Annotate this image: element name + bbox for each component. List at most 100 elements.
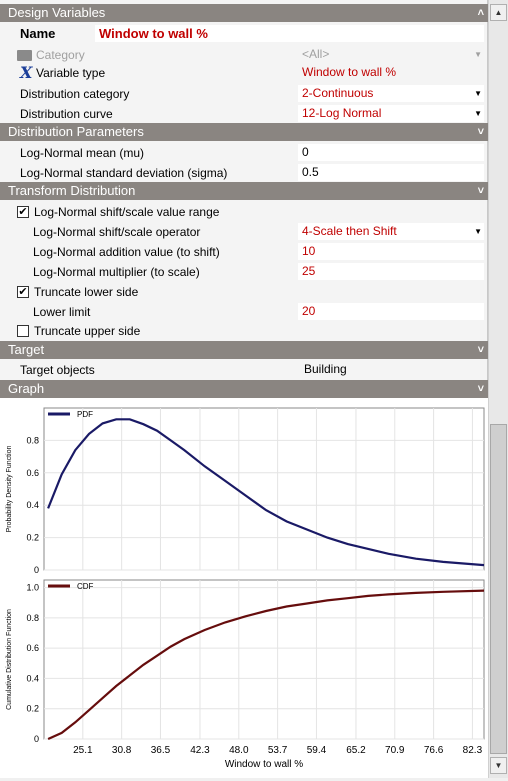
variable-type-value: Window to wall % bbox=[302, 65, 397, 79]
name-row: Name Window to wall % bbox=[0, 24, 488, 44]
truncate-upper-row: Truncate upper side bbox=[0, 321, 488, 341]
collapse-chevron-icon[interactable]: ˅ bbox=[478, 182, 484, 200]
shift-scale-label: Log-Normal shift/scale value range bbox=[34, 205, 220, 219]
x-tick-label: 70.9 bbox=[385, 745, 405, 756]
chevron-down-icon[interactable]: ▼ bbox=[474, 104, 482, 124]
mean-row: Log-Normal mean (mu) 0 bbox=[0, 143, 488, 163]
truncate-lower-checkbox[interactable]: ✔ bbox=[17, 286, 29, 298]
multiplier-input[interactable]: 25 bbox=[298, 263, 484, 280]
y-tick-label: 0.2 bbox=[26, 533, 39, 543]
section-graph[interactable]: Graph ˅ bbox=[0, 380, 488, 398]
operator-label: Log-Normal shift/scale operator bbox=[33, 225, 201, 239]
x-tick-label: 76.6 bbox=[424, 745, 444, 756]
mean-input[interactable]: 0 bbox=[298, 144, 484, 161]
y-axis-label: Cumulative Distribution Function bbox=[6, 609, 13, 710]
scroll-up-button[interactable]: ▲ bbox=[490, 4, 507, 21]
name-label: Name bbox=[20, 26, 56, 41]
chevron-down-icon[interactable]: ▼ bbox=[474, 84, 482, 104]
distribution-category-label: Distribution category bbox=[20, 87, 130, 101]
y-tick-label: 0.4 bbox=[26, 673, 39, 683]
operator-row: Log-Normal shift/scale operator 4-Scale … bbox=[0, 222, 488, 242]
variable-x-icon: X bbox=[20, 63, 33, 82]
distribution-curve-label: Distribution curve bbox=[20, 107, 113, 121]
sd-label: Log-Normal standard deviation (sigma) bbox=[20, 166, 228, 180]
multiplier-label: Log-Normal multiplier (to scale) bbox=[33, 265, 200, 279]
shift-scale-row: ✔ Log-Normal shift/scale value range bbox=[0, 202, 488, 222]
section-target[interactable]: Target ˅ bbox=[0, 341, 488, 359]
distribution-category-select[interactable]: 2-Continuous bbox=[298, 85, 484, 102]
scroll-thumb[interactable] bbox=[490, 424, 507, 754]
lower-limit-row: Lower limit 20 bbox=[0, 302, 488, 322]
distribution-curve-select[interactable]: 12-Log Normal bbox=[298, 105, 484, 122]
y-tick-label: 0.6 bbox=[26, 643, 39, 653]
collapse-chevron-icon[interactable]: ˅ bbox=[478, 380, 484, 398]
section-transform-distribution[interactable]: Transform Distribution ˅ bbox=[0, 182, 488, 200]
variable-type-row: X Variable type Window to wall % bbox=[0, 63, 488, 83]
addition-input[interactable]: 10 bbox=[298, 243, 484, 260]
x-tick-label: 42.3 bbox=[190, 745, 210, 756]
lower-limit-label: Lower limit bbox=[33, 305, 91, 319]
addition-row: Log-Normal addition value (to shift) 10 bbox=[0, 242, 488, 262]
y-tick-label: 0 bbox=[34, 734, 39, 744]
folder-icon bbox=[17, 50, 32, 61]
scroll-down-button[interactable]: ▼ bbox=[490, 757, 507, 774]
y-tick-label: 0 bbox=[34, 565, 39, 575]
x-tick-label: 36.5 bbox=[151, 745, 171, 756]
y-tick-label: 1.0 bbox=[26, 583, 39, 593]
legend-label: CDF bbox=[77, 582, 94, 591]
y-tick-label: 0.8 bbox=[26, 613, 39, 623]
distribution-category-row: Distribution category 2-Continuous ▼ bbox=[0, 84, 488, 104]
category-row: Category <All> ▼ bbox=[0, 45, 488, 65]
lower-limit-input[interactable]: 20 bbox=[298, 303, 484, 320]
x-axis-label: Window to wall % bbox=[225, 759, 303, 770]
collapse-chevron-icon[interactable]: ˅ bbox=[478, 123, 484, 141]
operator-select[interactable]: 4-Scale then Shift bbox=[298, 223, 484, 240]
x-tick-label: 65.2 bbox=[346, 745, 366, 756]
property-panel: Design Variables ˄ Name Window to wall %… bbox=[0, 0, 488, 778]
multiplier-row: Log-Normal multiplier (to scale) 25 bbox=[0, 262, 488, 282]
name-input[interactable]: Window to wall % bbox=[95, 25, 484, 42]
x-tick-label: 25.1 bbox=[73, 745, 93, 756]
plot-frame bbox=[43, 579, 485, 740]
distribution-curve-row: Distribution curve 12-Log Normal ▼ bbox=[0, 104, 488, 124]
truncate-upper-checkbox[interactable] bbox=[17, 325, 29, 337]
y-axis-label: Probability Density Function bbox=[6, 446, 13, 533]
y-tick-label: 0.4 bbox=[26, 500, 39, 510]
variable-type-label: Variable type bbox=[36, 66, 106, 80]
graph-area: 0 0.2 0.4 0.6 0.8 Probability Density Functio… bbox=[0, 398, 488, 778]
section-title: Design Variables bbox=[8, 5, 106, 20]
chevron-down-icon[interactable]: ▼ bbox=[474, 45, 482, 65]
category-select[interactable]: <All> bbox=[298, 46, 484, 63]
chevron-down-icon[interactable]: ▼ bbox=[474, 222, 482, 242]
sd-input[interactable]: 0.5 bbox=[298, 164, 484, 181]
section-title: Distribution Parameters bbox=[8, 124, 144, 139]
chart-pdf: 0 0.2 0.4 0.6 0.8 Probability Density Functio… bbox=[6, 407, 485, 575]
collapse-chevron-icon[interactable]: ˄ bbox=[478, 4, 484, 22]
truncate-upper-label: Truncate upper side bbox=[34, 324, 141, 338]
legend-label: PDF bbox=[77, 410, 93, 419]
section-title: Graph bbox=[8, 381, 45, 396]
shift-scale-checkbox[interactable]: ✔ bbox=[17, 206, 29, 218]
section-title: Transform Distribution bbox=[8, 183, 136, 198]
x-tick-label: 48.0 bbox=[229, 745, 249, 756]
x-tick-label: 30.8 bbox=[112, 745, 132, 756]
y-tick-label: 0.2 bbox=[26, 704, 39, 714]
target-objects-row: Target objects Building bbox=[0, 360, 488, 380]
section-distribution-parameters[interactable]: Distribution Parameters ˅ bbox=[0, 123, 488, 141]
vertical-scrollbar[interactable]: ▲ ▼ bbox=[488, 0, 508, 778]
mean-label: Log-Normal mean (mu) bbox=[20, 146, 145, 160]
plot-frame bbox=[43, 407, 485, 571]
chart-cdf: 0 0.2 0.4 0.6 0.8 1.0 Cumulative Distribution … bbox=[6, 579, 485, 770]
collapse-chevron-icon[interactable]: ˅ bbox=[478, 341, 484, 359]
y-tick-label: 0.6 bbox=[26, 468, 39, 478]
x-tick-label: 59.4 bbox=[307, 745, 327, 756]
addition-label: Log-Normal addition value (to shift) bbox=[33, 245, 220, 259]
distribution-charts: 0 0.2 0.4 0.6 0.8 Probability Density Functio… bbox=[6, 407, 485, 770]
target-objects-value[interactable]: Building bbox=[300, 361, 486, 378]
section-design-variables[interactable]: Design Variables ˄ bbox=[0, 4, 488, 22]
target-objects-label: Target objects bbox=[20, 363, 95, 377]
x-tick-label: 53.7 bbox=[268, 745, 288, 756]
section-title: Target bbox=[8, 342, 45, 357]
category-label: Category bbox=[36, 48, 85, 62]
sd-row: Log-Normal standard deviation (sigma) 0.… bbox=[0, 163, 488, 183]
